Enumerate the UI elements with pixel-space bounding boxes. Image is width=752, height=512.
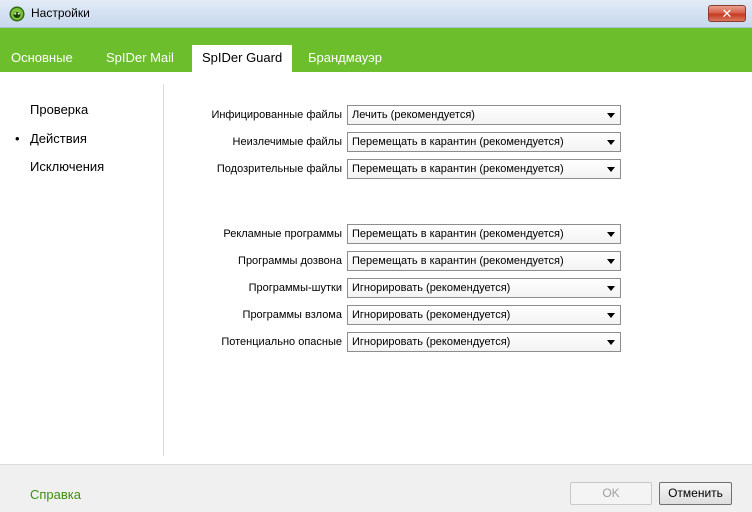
tab-spider-mail[interactable]: SpIDer Mail [106, 45, 174, 72]
ok-button[interactable]: OK [570, 482, 652, 505]
sidebar-item-exclusions[interactable]: Исключения [30, 159, 104, 174]
dropdown-arrow-icon [607, 259, 615, 264]
select-value: Перемещать в карантин (рекомендуется) [352, 136, 564, 148]
tab-firewall[interactable]: Брандмауэр [308, 45, 382, 72]
close-icon: ✕ [721, 6, 733, 21]
sidebar-item-scan[interactable]: Проверка [30, 102, 88, 117]
adware-label: Рекламные программы [223, 228, 342, 240]
select-value: Перемещать в карантин (рекомендуется) [352, 255, 564, 267]
riskware-label: Потенциально опасные [221, 336, 342, 348]
incurable-files-select[interactable]: Перемещать в карантин (рекомендуется) [347, 132, 621, 152]
sidebar-divider [163, 84, 164, 456]
tab-general[interactable]: Основные [11, 45, 73, 72]
title-bar: Настройки ✕ [0, 0, 752, 28]
dropdown-arrow-icon [607, 167, 615, 172]
jokes-select[interactable]: Игнорировать (рекомендуется) [347, 278, 621, 298]
hacktools-select[interactable]: Игнорировать (рекомендуется) [347, 305, 621, 325]
dropdown-arrow-icon [607, 313, 615, 318]
riskware-select[interactable]: Игнорировать (рекомендуется) [347, 332, 621, 352]
sidebar-item-label: Проверка [30, 102, 89, 117]
dropdown-arrow-icon [607, 340, 615, 345]
dropdown-arrow-icon [607, 113, 615, 118]
help-link[interactable]: Справка [30, 487, 81, 502]
select-value: Игнорировать (рекомендуется) [352, 282, 511, 294]
sidebar-item-label: Исключения [30, 159, 105, 174]
sidebar-item-actions[interactable]: • Действия [15, 131, 87, 146]
window-title: Настройки [31, 6, 90, 20]
infected-files-label: Инфицированные файлы [211, 109, 342, 121]
spider-icon [9, 6, 25, 22]
dialers-select[interactable]: Перемещать в карантин (рекомендуется) [347, 251, 621, 271]
incurable-files-label: Неизлечимые файлы [232, 136, 342, 148]
tab-bar: Основные SpIDer Mail SpIDer Guard Брандм… [0, 28, 752, 72]
adware-select[interactable]: Перемещать в карантин (рекомендуется) [347, 224, 621, 244]
selected-bullet: • [15, 131, 20, 146]
suspicious-files-select[interactable]: Перемещать в карантин (рекомендуется) [347, 159, 621, 179]
tab-spider-guard[interactable]: SpIDer Guard [192, 45, 293, 72]
close-button[interactable]: ✕ [708, 5, 746, 22]
cancel-button[interactable]: Отменить [659, 482, 732, 505]
dropdown-arrow-icon [607, 140, 615, 145]
suspicious-files-label: Подозрительные файлы [216, 163, 342, 175]
select-value: Перемещать в карантин (рекомендуется) [352, 228, 564, 240]
dropdown-arrow-icon [607, 286, 615, 291]
footer: Справка OK Отменить [0, 464, 752, 512]
hacktools-label: Программы взлома [242, 309, 342, 321]
sidebar: Проверка • Действия Исключения [0, 72, 164, 456]
jokes-label: Программы-шутки [248, 282, 342, 294]
sidebar-item-label: Действия [30, 131, 87, 146]
dialers-label: Программы дозвона [238, 255, 342, 267]
select-value: Лечить (рекомендуется) [352, 109, 475, 121]
select-value: Игнорировать (рекомендуется) [352, 309, 511, 321]
select-value: Перемещать в карантин (рекомендуется) [352, 163, 564, 175]
dropdown-arrow-icon [607, 232, 615, 237]
infected-files-select[interactable]: Лечить (рекомендуется) [347, 105, 621, 125]
select-value: Игнорировать (рекомендуется) [352, 336, 511, 348]
